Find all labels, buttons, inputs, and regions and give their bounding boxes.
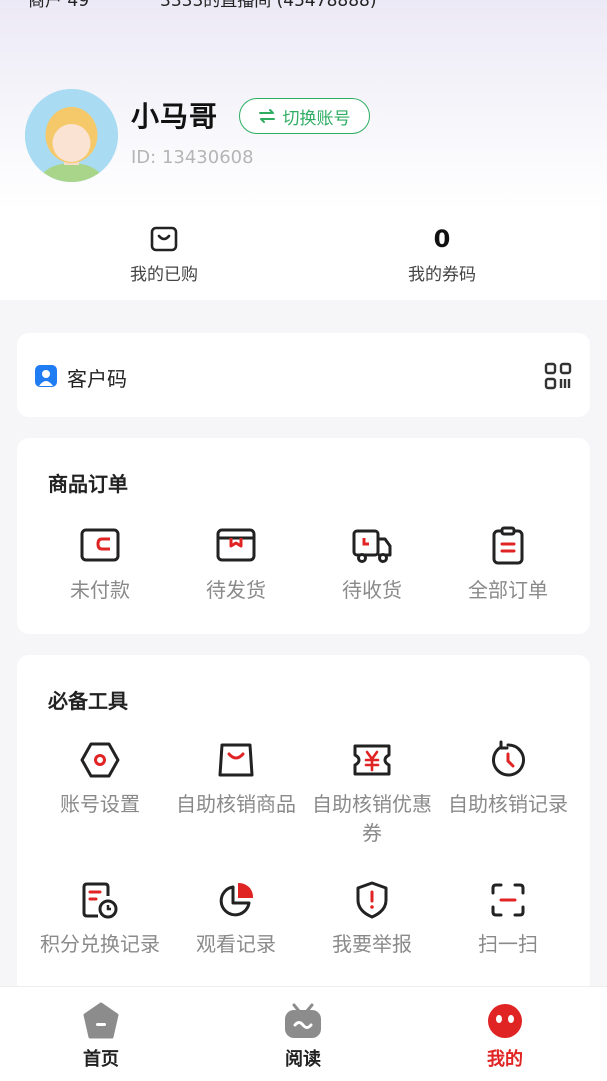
tab-read[interactable]: 阅读 bbox=[243, 987, 363, 1071]
tab-mine-label: 我的 bbox=[487, 1049, 523, 1070]
customer-code-label: 客户码 bbox=[67, 367, 127, 391]
tool-redeem-history-label: 自助核销记录 bbox=[448, 792, 568, 816]
tool-redeem-product-label: 自助核销商品 bbox=[176, 792, 296, 816]
status-left-text: 商户 49 bbox=[28, 0, 90, 11]
tool-redeem-product[interactable]: 自助核销商品 bbox=[168, 740, 304, 819]
swap-arrows-icon bbox=[258, 109, 275, 123]
tool-report[interactable]: 我要举报 bbox=[304, 880, 440, 959]
scan-icon bbox=[491, 883, 525, 917]
orders-card: 商品订单 未付款 待发货 待收货 全部订单 bbox=[17, 438, 590, 634]
order-unpaid-label: 未付款 bbox=[70, 578, 130, 602]
orders-title: 商品订单 bbox=[48, 472, 128, 496]
person-card-icon bbox=[35, 365, 57, 387]
tab-mine[interactable]: 我的 bbox=[445, 987, 565, 1071]
clipboard-icon bbox=[492, 526, 524, 565]
order-all-label: 全部订单 bbox=[468, 578, 548, 602]
tab-read-label: 阅读 bbox=[285, 1049, 321, 1070]
status-strip: 商户 49 3333的直播间 (45478888) bbox=[0, 0, 607, 14]
stat-purchased-label: 我的已购 bbox=[130, 265, 198, 285]
tool-scan-label: 扫一扫 bbox=[478, 932, 538, 956]
switch-account-button[interactable]: 切换账号 bbox=[239, 98, 370, 134]
truck-icon bbox=[352, 529, 392, 563]
tool-watch-history-label: 观看记录 bbox=[196, 932, 276, 956]
user-name: 小马哥 bbox=[131, 100, 219, 133]
wallet-icon bbox=[80, 528, 120, 562]
order-unpaid[interactable]: 未付款 bbox=[32, 526, 168, 605]
switch-account-label: 切换账号 bbox=[282, 108, 351, 129]
avatar[interactable] bbox=[25, 89, 118, 182]
pie-chart-icon bbox=[219, 882, 254, 917]
tab-home[interactable]: 首页 bbox=[41, 987, 161, 1071]
user-id: ID: 13430608 bbox=[131, 147, 254, 168]
product-check-icon bbox=[218, 743, 254, 777]
coupon-icon bbox=[353, 744, 391, 776]
customer-code-card[interactable]: 客户码 bbox=[17, 333, 590, 417]
tool-redeem-coupon-label: 自助核销优惠券 bbox=[312, 792, 432, 845]
points-record-icon bbox=[82, 882, 118, 919]
stat-purchased[interactable]: 我的已购 bbox=[74, 224, 254, 285]
stat-coupons-value: 0 bbox=[433, 225, 451, 253]
tool-redeem-history[interactable]: 自助核销记录 bbox=[440, 740, 576, 819]
order-to-receive-label: 待收货 bbox=[342, 578, 402, 602]
tool-watch-history[interactable]: 观看记录 bbox=[168, 880, 304, 959]
tab-home-label: 首页 bbox=[83, 1049, 119, 1070]
tool-scan[interactable]: 扫一扫 bbox=[440, 880, 576, 959]
bell-icon[interactable] bbox=[540, 0, 570, 2]
tools-card: 必备工具 账号设置 自助核销商品 自助核销优惠券 自助核销记录 积分兑换记录 观… bbox=[17, 655, 590, 995]
qr-code-icon[interactable] bbox=[544, 362, 572, 390]
order-all[interactable]: 全部订单 bbox=[440, 526, 576, 605]
stat-coupons[interactable]: 0 我的券码 bbox=[352, 224, 532, 285]
order-to-ship-label: 待发货 bbox=[206, 578, 266, 602]
tool-points-record-label: 积分兑换记录 bbox=[40, 932, 160, 956]
mine-icon bbox=[488, 1004, 522, 1038]
tools-title: 必备工具 bbox=[48, 689, 128, 713]
tv-icon bbox=[285, 1003, 321, 1038]
order-to-receive[interactable]: 待收货 bbox=[304, 526, 440, 605]
stat-coupons-label: 我的券码 bbox=[408, 265, 476, 285]
package-icon bbox=[216, 528, 256, 562]
history-clock-icon bbox=[492, 740, 525, 777]
tool-account-settings[interactable]: 账号设置 bbox=[32, 740, 168, 819]
tool-report-label: 我要举报 bbox=[332, 932, 412, 956]
hexagon-settings-icon bbox=[80, 742, 120, 778]
tool-points-record[interactable]: 积分兑换记录 bbox=[32, 880, 168, 959]
bag-icon bbox=[150, 226, 178, 252]
bottom-tab-bar: 首页 阅读 我的 bbox=[0, 986, 607, 1081]
status-right-text: 3333的直播间 (45478888) bbox=[160, 0, 377, 11]
tool-account-settings-label: 账号设置 bbox=[60, 792, 140, 816]
shield-alert-icon bbox=[356, 881, 388, 919]
order-to-ship[interactable]: 待发货 bbox=[168, 526, 304, 605]
home-icon bbox=[83, 1002, 119, 1039]
tool-redeem-coupon[interactable]: 自助核销优惠券 bbox=[304, 740, 440, 848]
